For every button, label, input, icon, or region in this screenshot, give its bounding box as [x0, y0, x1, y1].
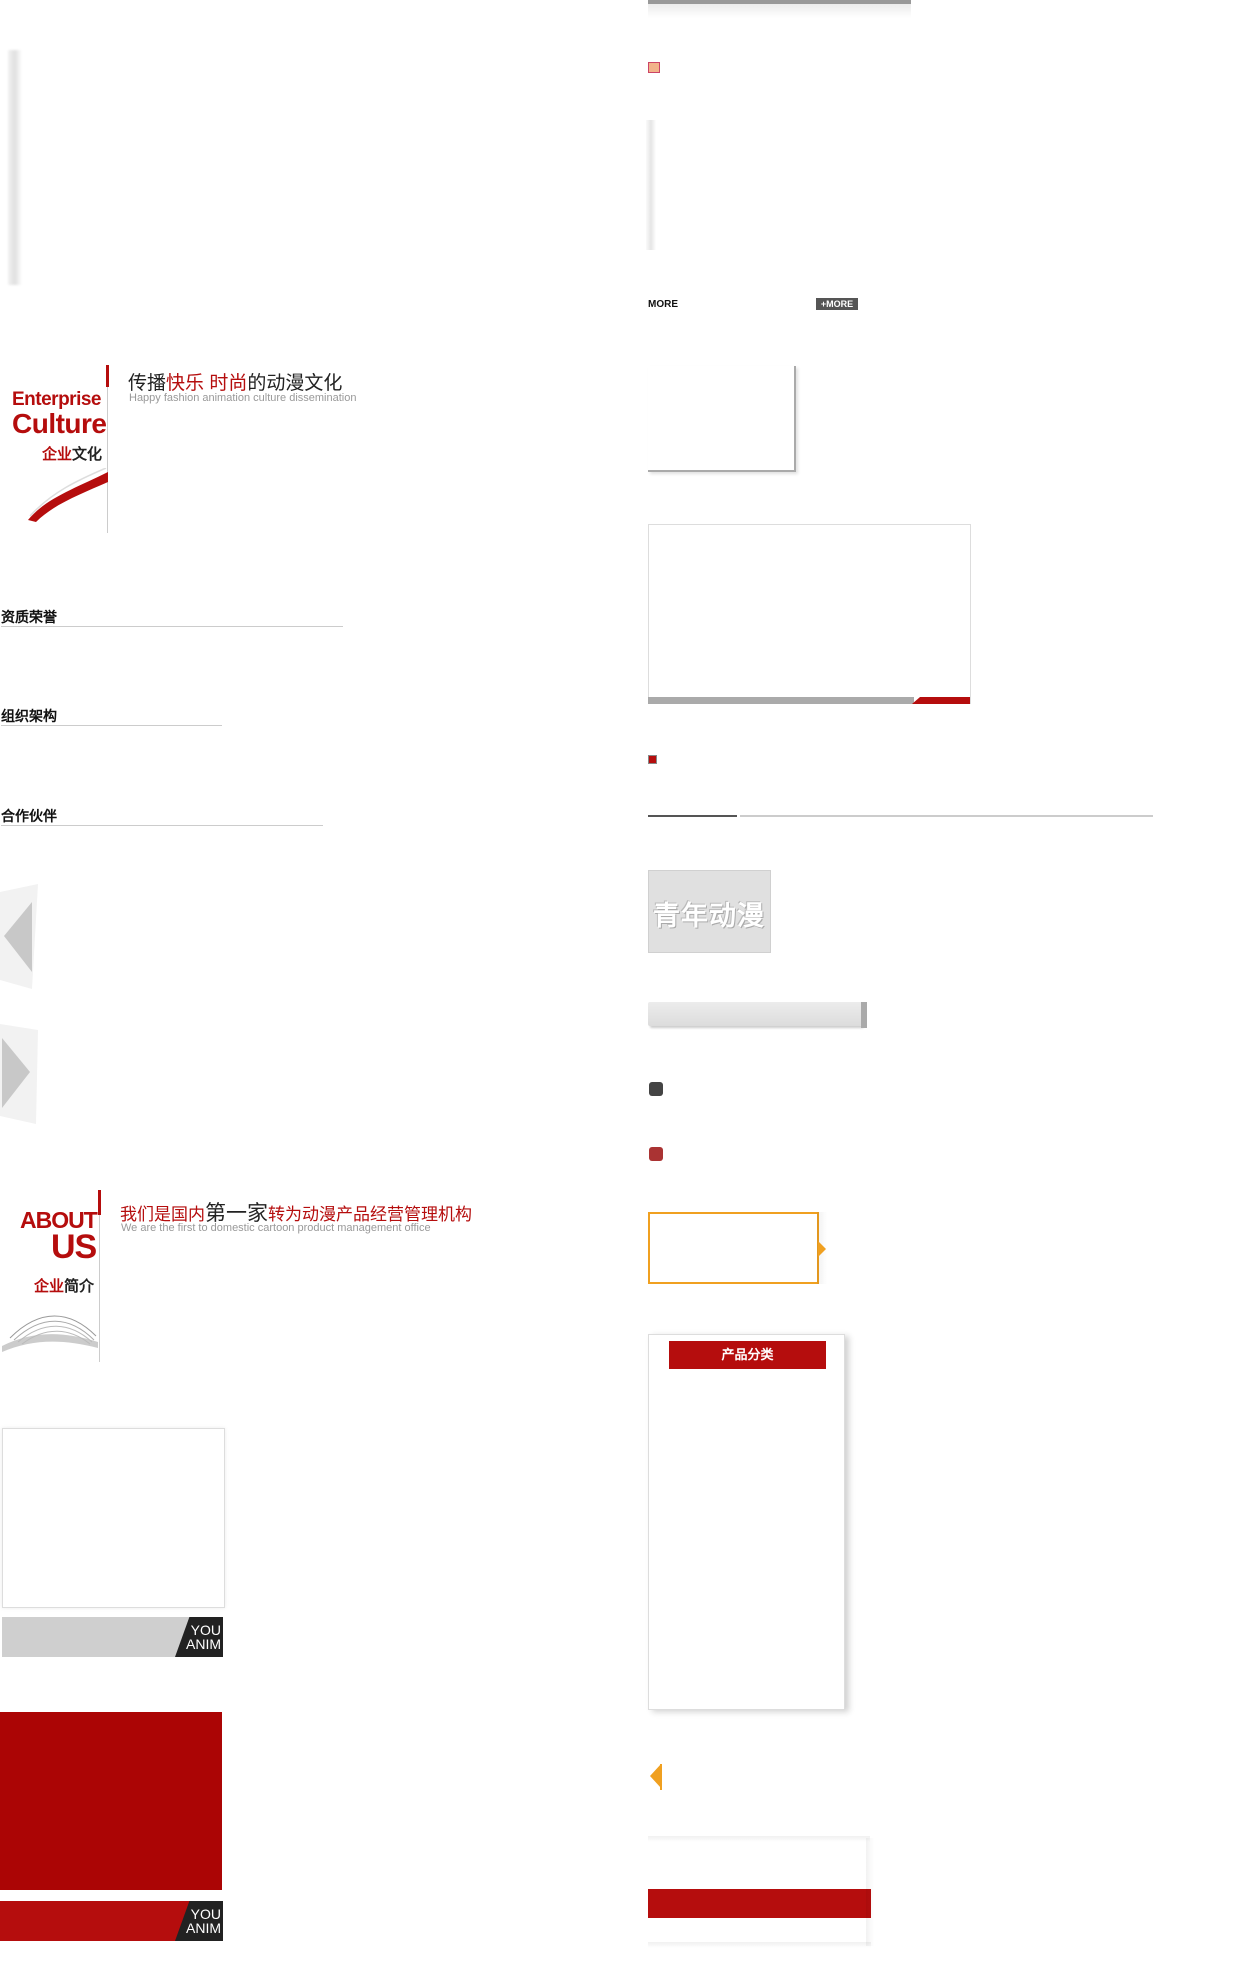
- left-shadow-strip: [8, 50, 22, 285]
- section-line-partners: [1, 825, 323, 826]
- rule-light: [740, 815, 1153, 817]
- culture-slogan-red1: 快乐: [166, 373, 205, 394]
- about-cn-black: 简介: [64, 1278, 95, 1295]
- red-feature-block: [0, 1712, 222, 1890]
- pill-bar-tip: [861, 1002, 867, 1028]
- corner-frame: [648, 366, 796, 472]
- about-subtitle: We are the first to domestic cartoon pro…: [121, 1222, 431, 1234]
- orange-tooltip-box: [648, 1212, 819, 1284]
- section-title-honors: 资质荣誉: [1, 609, 57, 625]
- rule-dark: [648, 815, 737, 817]
- image-icon: [648, 62, 660, 73]
- image-panel: [2, 1428, 225, 1608]
- culture-slogan: 传播快乐 时尚的动漫文化: [128, 368, 342, 395]
- about-heading-cn: 企业简介: [34, 1275, 94, 1296]
- culture-cn-red: 企业: [42, 446, 73, 463]
- culture-heading-en-2: Culture: [12, 408, 107, 439]
- stripe-shadow-bottom: [648, 1942, 871, 1948]
- carousel-prev-arrow-icon[interactable]: [0, 884, 40, 989]
- logo-text: 青年动漫: [653, 901, 765, 931]
- open-book-graphic: [2, 1315, 98, 1352]
- right-shadow-strip: [646, 120, 656, 250]
- section-title-partners: 合作伙伴: [1, 808, 57, 824]
- logo: 青年动漫: [648, 870, 771, 953]
- square-dark-icon: [649, 1082, 663, 1096]
- orange-right-arrow-icon: [818, 1241, 826, 1257]
- red-banner[interactable]: YOU ANIM: [0, 1901, 223, 1941]
- culture-heading-cn: 企业文化: [42, 443, 102, 464]
- red-banner-line1: YOU: [190, 1906, 221, 1922]
- culture-subtitle: Happy fashion animation culture dissemin…: [129, 392, 357, 404]
- bullet-icon: [648, 755, 657, 764]
- about-heading-en-2: US: [51, 1228, 97, 1266]
- culture-cn-black: 文化: [72, 446, 103, 463]
- pill-bar: [648, 1002, 862, 1026]
- top-strip-shadow: [648, 4, 911, 18]
- stripe-shadow-side: [866, 1838, 874, 1946]
- grey-banner-line1: YOU: [190, 1622, 221, 1638]
- culture-slogan-pre: 传播: [128, 373, 167, 394]
- culture-slogan-red2: 时尚: [209, 373, 248, 394]
- frame-bar-grey: [648, 697, 914, 704]
- more-label[interactable]: MORE: [648, 299, 678, 310]
- ribbon-graphic: [28, 468, 108, 522]
- red-banner-line2: ANIM: [186, 1920, 221, 1936]
- culture-divider-accent: [106, 365, 109, 387]
- section-title-structure: 组织架构: [1, 708, 57, 724]
- red-stripe: [648, 1889, 871, 1918]
- category-panel: 产品分类: [648, 1334, 845, 1710]
- about-cn-red: 企业: [34, 1278, 65, 1295]
- frame-bar-red: [912, 697, 970, 704]
- carousel-next-arrow-icon[interactable]: [0, 1024, 40, 1124]
- more-button[interactable]: +MORE: [816, 298, 858, 310]
- section-line-honors: [1, 626, 343, 627]
- culture-slogan-post: 的动漫文化: [247, 373, 343, 394]
- category-header[interactable]: 产品分类: [669, 1341, 826, 1369]
- grey-banner-line2: ANIM: [186, 1636, 221, 1652]
- content-frame: [648, 524, 971, 704]
- section-line-structure: [1, 725, 222, 726]
- grey-banner[interactable]: YOU ANIM: [2, 1617, 223, 1657]
- orange-left-arrow-bar: [660, 1764, 662, 1790]
- stripe-shadow-top: [648, 1836, 870, 1842]
- about-divider-accent: [98, 1190, 101, 1215]
- square-red-icon: [649, 1147, 663, 1161]
